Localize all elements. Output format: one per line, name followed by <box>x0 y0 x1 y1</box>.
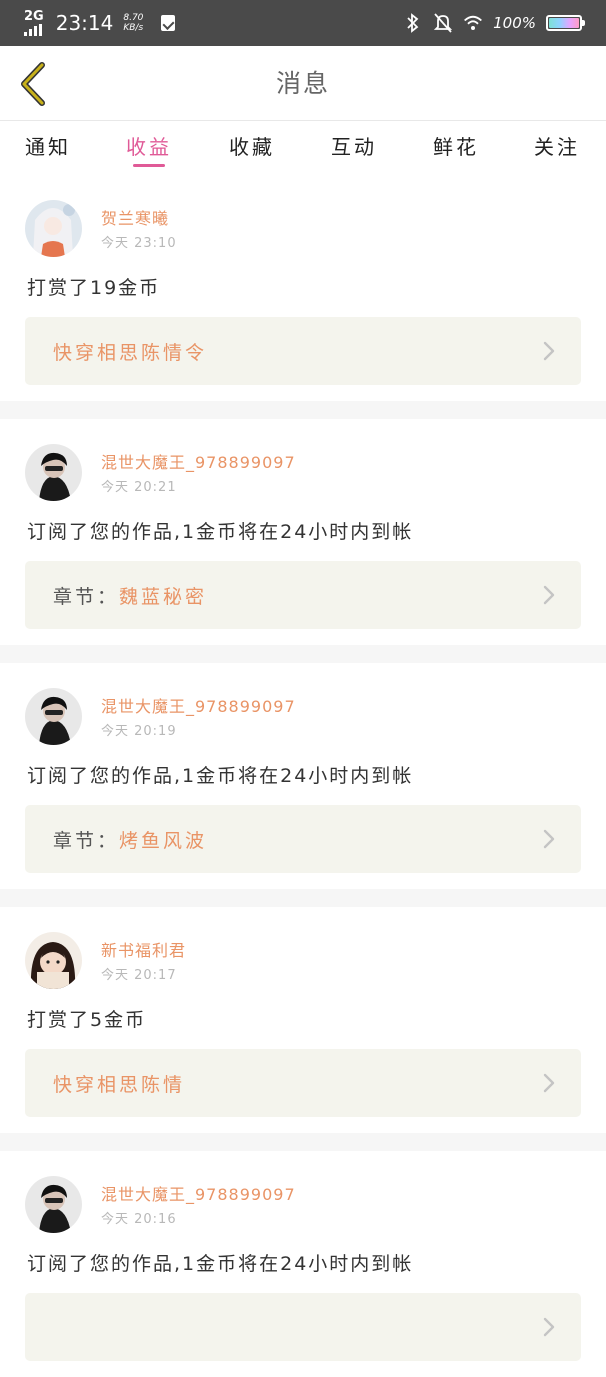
sender-name[interactable]: 混世大魔王_978899097 <box>101 1181 296 1205</box>
message-item: 混世大魔王_978899097 今天 20:21 订阅了您的作品,1金币将在24小时… <box>0 419 606 645</box>
work-link[interactable]: 快穿相思陈情 <box>25 1049 581 1117</box>
work-title: 快穿相思陈情令 <box>53 342 208 364</box>
sender-name[interactable]: 新书福利君 <box>101 937 186 961</box>
chevron-right-icon <box>543 341 555 361</box>
message-content: 订阅了您的作品,1金币将在24小时内到帐 <box>27 521 414 543</box>
message-item: 混世大魔王_978899097 今天 20:16 订阅了您的作品,1金币将在24小时… <box>0 1151 606 1377</box>
bell-off-icon <box>433 13 453 33</box>
sender-name[interactable]: 混世大魔王_978899097 <box>101 449 296 473</box>
work-link[interactable]: 章节：烤鱼风波 <box>25 805 581 873</box>
network-speed-value: 8.70 <box>123 13 144 23</box>
tab-favorites[interactable]: 收藏 <box>212 131 292 160</box>
message-time: 今天 20:19 <box>101 724 177 739</box>
message-content: 打赏了5金币 <box>27 1009 147 1031</box>
message-time: 今天 20:21 <box>101 480 177 495</box>
network-speed-unit: KB/s <box>123 23 144 33</box>
work-title: 快穿相思陈情 <box>53 1074 186 1096</box>
work-link[interactable]: 章节：魏蓝秘密 <box>25 561 581 629</box>
page-title: 消息 <box>275 69 330 98</box>
avatar[interactable] <box>25 932 82 989</box>
avatar[interactable] <box>25 688 82 745</box>
tab-notification[interactable]: 通知 <box>8 131 88 160</box>
chapter-prefix: 章节： <box>53 830 120 852</box>
sender-name[interactable]: 混世大魔王_978899097 <box>101 693 296 717</box>
bluetooth-icon <box>403 13 423 33</box>
avatar[interactable] <box>25 444 82 501</box>
message-content: 订阅了您的作品,1金币将在24小时内到帐 <box>27 765 414 787</box>
message-time: 今天 20:16 <box>101 1212 177 1227</box>
work-title: 魏蓝秘密 <box>119 586 208 608</box>
app-header: 消息 <box>0 46 606 121</box>
work-link[interactable]: 快穿相思陈情令 <box>25 317 581 385</box>
message-time: 今天 20:17 <box>101 968 177 983</box>
list-separator <box>0 401 606 419</box>
clipboard-check-icon <box>161 15 176 31</box>
status-bar: 2G 23:14 8.70 KB/s 100% <box>0 0 606 46</box>
chevron-right-icon <box>543 1317 555 1337</box>
list-separator <box>0 1133 606 1151</box>
tab-earnings[interactable]: 收益 <box>109 131 189 167</box>
tab-bar: 通知 收益 收藏 互动 鲜花 关注 <box>0 121 606 173</box>
tab-flowers[interactable]: 鲜花 <box>416 131 496 160</box>
message-item: 新书福利君今天 20:17 打赏了5金币快穿相思陈情 <box>0 907 606 1133</box>
list-separator <box>0 889 606 907</box>
work-title: 烤鱼风波 <box>119 830 208 852</box>
work-link-text: 快穿相思陈情令 <box>53 338 207 365</box>
signal-icon: 2G <box>24 10 44 36</box>
work-link[interactable] <box>25 1293 581 1361</box>
chevron-right-icon <box>543 1073 555 1093</box>
message-list: 贺兰寒曦今天 23:10 打赏了19金币快穿相思陈情令混世大魔王_97889909… <box>0 175 606 1377</box>
message-time: 今天 23:10 <box>101 236 177 251</box>
list-separator <box>0 645 606 663</box>
network-type: 2G <box>24 9 44 24</box>
wifi-icon <box>463 13 483 33</box>
chapter-prefix: 章节： <box>53 586 120 608</box>
chevron-right-icon <box>543 829 555 849</box>
work-link-text: 章节：烤鱼风波 <box>53 826 207 853</box>
status-time: 23:14 <box>55 11 114 35</box>
battery-icon <box>546 15 585 31</box>
avatar[interactable] <box>25 1176 82 1233</box>
message-item: 混世大魔王_978899097 今天 20:19 订阅了您的作品,1金币将在24小时… <box>0 663 606 889</box>
chevron-right-icon <box>543 585 555 605</box>
work-link-text: 章节：魏蓝秘密 <box>53 582 207 609</box>
message-item: 贺兰寒曦今天 23:10 打赏了19金币快穿相思陈情令 <box>0 175 606 401</box>
tab-interaction[interactable]: 互动 <box>314 131 394 160</box>
avatar[interactable] <box>25 200 82 257</box>
network-speed: 8.70 KB/s <box>123 13 143 33</box>
message-content: 打赏了19金币 <box>27 277 161 299</box>
message-content: 订阅了您的作品,1金币将在24小时内到帐 <box>27 1253 414 1275</box>
tab-follow[interactable]: 关注 <box>517 131 597 160</box>
sender-name[interactable]: 贺兰寒曦 <box>101 205 169 229</box>
work-link-text: 快穿相思陈情 <box>53 1070 185 1097</box>
battery-percent: 100% <box>493 14 536 32</box>
